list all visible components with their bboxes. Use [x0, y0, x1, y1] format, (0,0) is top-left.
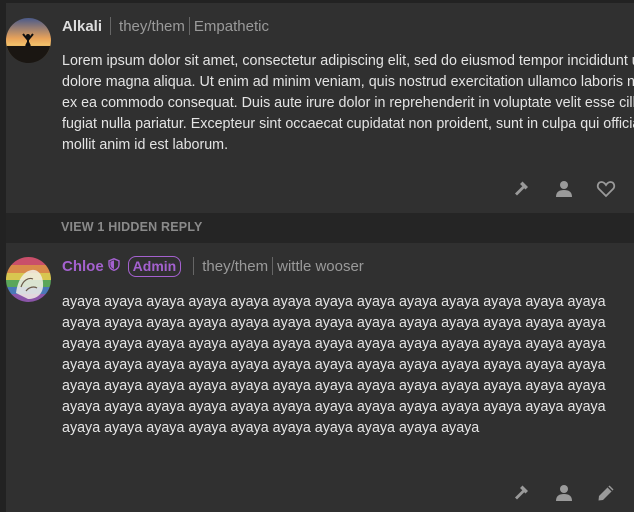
- comment-body: ayaya ayaya ayaya ayaya ayaya ayaya ayay…: [62, 294, 606, 436]
- separator: [188, 17, 190, 35]
- comment-header: Alkali they/them Empathetic: [62, 16, 269, 36]
- separator: [110, 17, 112, 35]
- comment: Chloe Admin they/them wittle wooser ayay…: [6, 243, 634, 512]
- view-hidden-replies-link[interactable]: VIEW 1 HIDDEN REPLY: [61, 220, 203, 234]
- comment-body-line: Lorem ipsum dolor sit amet, consectetur …: [62, 53, 634, 69]
- comment-header: Chloe Admin they/them wittle wooser: [62, 255, 364, 277]
- hammer-icon[interactable]: [512, 483, 532, 503]
- comment-body-line: fugiat nulla pariatur. Excepteur sint oc…: [62, 116, 634, 132]
- comment-actions: [512, 483, 616, 503]
- separator: [193, 257, 195, 275]
- pronouns: they/them: [202, 257, 269, 275]
- user-flair: wittle wooser: [277, 257, 364, 275]
- user-icon[interactable]: [554, 483, 574, 503]
- comment-body-line: ex ea commodo consequat. Duis aute irure…: [62, 95, 634, 111]
- comment-body-line: dolore magna aliqua. Ut enim ad minim ve…: [62, 74, 634, 90]
- username[interactable]: Alkali: [62, 18, 102, 35]
- separator: [272, 257, 274, 275]
- comment: Alkali they/them Empathetic Lorem ipsum …: [6, 3, 634, 213]
- comment-body-line: mollit anim id est laborum.: [62, 137, 229, 153]
- admin-badge: Admin: [127, 255, 182, 277]
- comment-thread: Alkali they/them Empathetic Lorem ipsum …: [0, 0, 634, 512]
- hidden-replies-bar: VIEW 1 HIDDEN REPLY: [6, 213, 634, 243]
- user-flair: Empathetic: [193, 17, 269, 35]
- hammer-icon[interactable]: [512, 179, 532, 199]
- username[interactable]: Chloe: [62, 258, 104, 275]
- avatar[interactable]: [6, 257, 51, 302]
- avatar[interactable]: [6, 18, 51, 63]
- comment-actions: [512, 179, 616, 199]
- heart-icon[interactable]: [596, 179, 616, 199]
- comment-body: Lorem ipsum dolor sit amet, consectetur …: [62, 51, 634, 156]
- pencil-icon[interactable]: [596, 483, 616, 503]
- user-icon[interactable]: [554, 179, 574, 199]
- shield-icon: [107, 257, 120, 275]
- pronouns: they/them: [119, 17, 185, 35]
